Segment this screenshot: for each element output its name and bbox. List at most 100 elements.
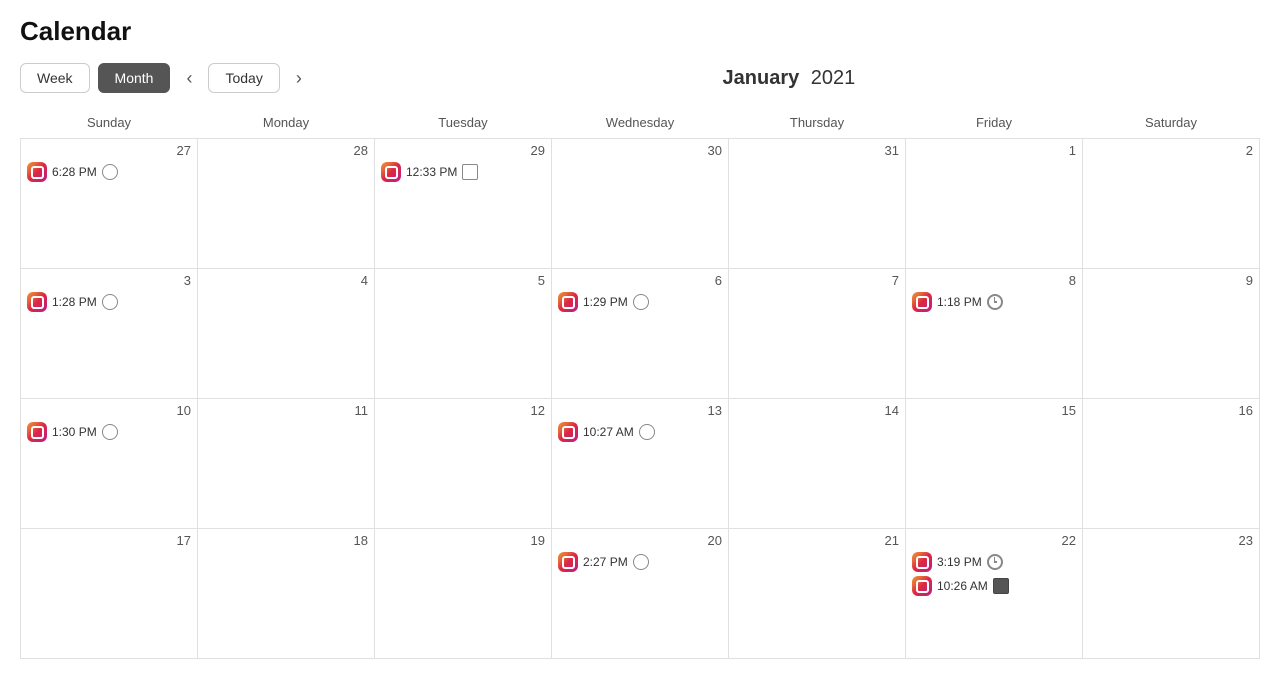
instagram-icon [912, 576, 932, 596]
calendar-cell[interactable]: 30 [552, 139, 729, 269]
calendar-cell[interactable]: 27 6:28 PM [21, 139, 198, 269]
globe-icon [102, 164, 118, 180]
calendar-cell[interactable]: 21 [729, 529, 906, 659]
day-header-row: SundayMondayTuesdayWednesdayThursdayFrid… [21, 107, 1260, 139]
month-button[interactable]: Month [98, 63, 171, 93]
event-row[interactable]: 1:30 PM [27, 422, 191, 442]
calendar-cell[interactable]: 15 [906, 399, 1083, 529]
cell-date-number: 14 [735, 403, 899, 418]
cell-date-number: 1 [912, 143, 1076, 158]
calendar-cell[interactable]: 7 [729, 269, 906, 399]
cell-date-number: 31 [735, 143, 899, 158]
calendar-cell[interactable]: 9 [1083, 269, 1260, 399]
event-row[interactable]: 10:26 AM [912, 576, 1076, 596]
event-time: 1:29 PM [583, 295, 628, 309]
day-header-monday: Monday [198, 107, 375, 139]
event-time: 1:28 PM [52, 295, 97, 309]
cell-date-number: 12 [381, 403, 545, 418]
cell-date-number: 7 [735, 273, 899, 288]
cell-date-number: 3 [27, 273, 191, 288]
calendar-cell[interactable]: 19 [375, 529, 552, 659]
calendar-cell[interactable]: 14 [729, 399, 906, 529]
page-title: Calendar [20, 16, 1260, 47]
instagram-icon [27, 162, 47, 182]
cell-date-number: 20 [558, 533, 722, 548]
cell-date-number: 28 [204, 143, 368, 158]
month-year-title: January 2021 [723, 67, 856, 90]
cell-date-number: 5 [381, 273, 545, 288]
today-button[interactable]: Today [208, 63, 279, 93]
event-time: 2:27 PM [583, 555, 628, 569]
calendar-cell[interactable]: 29 12:33 PM [375, 139, 552, 269]
event-row[interactable]: 10:27 AM [558, 422, 722, 442]
month-label: January [723, 67, 800, 89]
calendar-cell[interactable]: 31 [729, 139, 906, 269]
cell-date-number: 13 [558, 403, 722, 418]
calendar-cell[interactable]: 2 [1083, 139, 1260, 269]
cell-date-number: 19 [381, 533, 545, 548]
event-row[interactable]: 2:27 PM [558, 552, 722, 572]
calendar-cell[interactable]: 5 [375, 269, 552, 399]
clock-icon [987, 554, 1003, 570]
globe-icon [633, 294, 649, 310]
calendar-cell[interactable]: 101:30 PM [21, 399, 198, 529]
cell-date-number: 15 [912, 403, 1076, 418]
cell-date-number: 17 [27, 533, 191, 548]
instagram-icon [558, 292, 578, 312]
calendar-cell[interactable]: 61:29 PM [552, 269, 729, 399]
year-label: 2021 [811, 67, 856, 89]
cell-date-number: 8 [912, 273, 1076, 288]
week-row-1: 3 1:28 PM 45 61:29 PM 78 1:18 PM 9 [21, 269, 1260, 399]
instagram-icon [558, 422, 578, 442]
day-header-sunday: Sunday [21, 107, 198, 139]
event-row[interactable]: 6:28 PM [27, 162, 191, 182]
instagram-icon [558, 552, 578, 572]
instagram-icon [381, 162, 401, 182]
calendar-cell[interactable]: 23 [1083, 529, 1260, 659]
toolbar: Week Month ‹ Today › January 2021 [20, 63, 1260, 93]
calendar-cell[interactable]: 8 1:18 PM [906, 269, 1083, 399]
cell-date-number: 2 [1089, 143, 1253, 158]
calendar-cell[interactable]: 1 [906, 139, 1083, 269]
day-header-friday: Friday [906, 107, 1083, 139]
image-icon [462, 164, 478, 180]
instagram-icon [27, 292, 47, 312]
week-button[interactable]: Week [20, 63, 90, 93]
calendar-cell[interactable]: 20 2:27 PM [552, 529, 729, 659]
calendar-cell[interactable]: 13 10:27 AM [552, 399, 729, 529]
instagram-icon [912, 292, 932, 312]
event-row[interactable]: 12:33 PM [381, 162, 545, 182]
calendar-cell[interactable]: 223:19 PM10:26 AM [906, 529, 1083, 659]
event-time: 1:30 PM [52, 425, 97, 439]
next-button[interactable]: › [288, 64, 310, 93]
calendar-cell[interactable]: 16 [1083, 399, 1260, 529]
week-row-2: 101:30 PM 11 12 13 10:27 AM 14 15 16 [21, 399, 1260, 529]
calendar-cell[interactable]: 4 [198, 269, 375, 399]
week-row-0: 27 6:28 PM 28 29 12:33 PM 30 31 12 [21, 139, 1260, 269]
day-header-wednesday: Wednesday [552, 107, 729, 139]
globe-icon [633, 554, 649, 570]
cell-date-number: 18 [204, 533, 368, 548]
calendar-cell[interactable]: 17 [21, 529, 198, 659]
event-time: 10:27 AM [583, 425, 634, 439]
day-header-saturday: Saturday [1083, 107, 1260, 139]
calendar-cell[interactable]: 3 1:28 PM [21, 269, 198, 399]
event-row[interactable]: 1:28 PM [27, 292, 191, 312]
calendar-page: Calendar Week Month ‹ Today › January 20… [0, 0, 1280, 675]
cell-date-number: 4 [204, 273, 368, 288]
cell-date-number: 29 [381, 143, 545, 158]
globe-icon [639, 424, 655, 440]
calendar-cell[interactable]: 18 [198, 529, 375, 659]
globe-icon [102, 424, 118, 440]
event-time: 1:18 PM [937, 295, 982, 309]
cell-date-number: 11 [204, 403, 368, 418]
calendar-cell[interactable]: 28 [198, 139, 375, 269]
instagram-icon [27, 422, 47, 442]
prev-button[interactable]: ‹ [178, 64, 200, 93]
calendar-cell[interactable]: 11 [198, 399, 375, 529]
calendar-cell[interactable]: 12 [375, 399, 552, 529]
event-row[interactable]: 1:29 PM [558, 292, 722, 312]
event-row[interactable]: 1:18 PM [912, 292, 1076, 312]
cell-date-number: 27 [27, 143, 191, 158]
event-row[interactable]: 3:19 PM [912, 552, 1076, 572]
